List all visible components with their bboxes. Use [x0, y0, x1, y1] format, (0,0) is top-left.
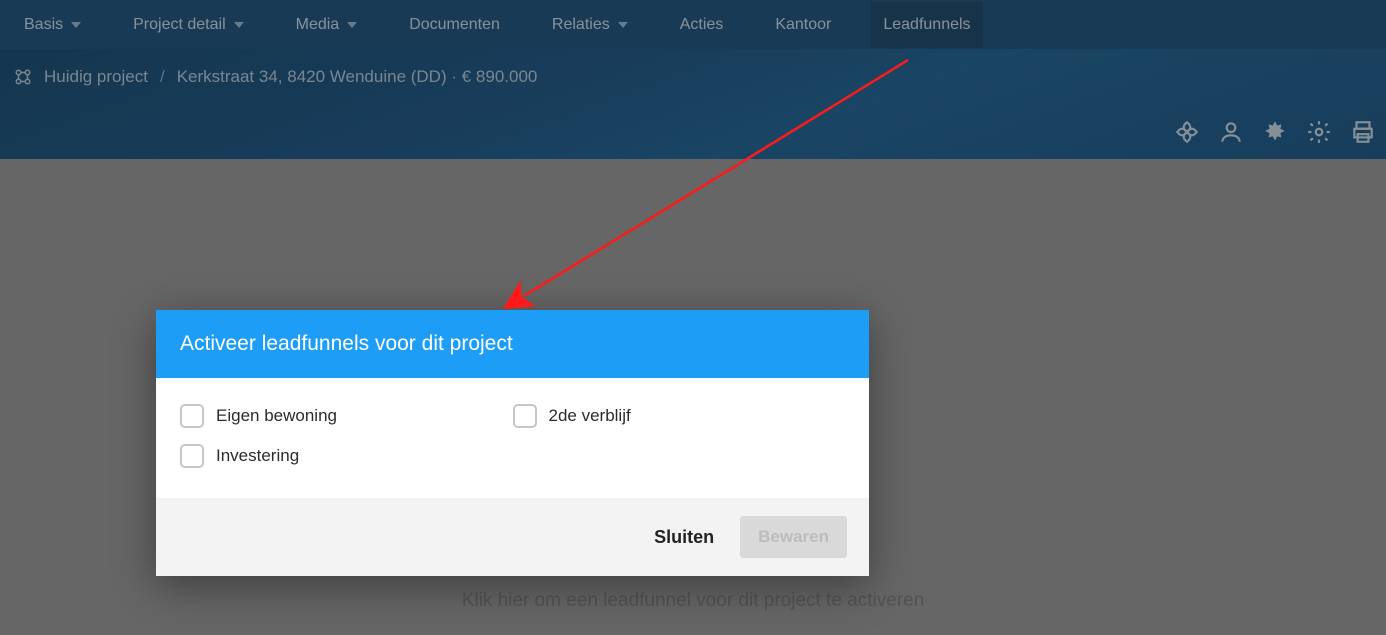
option-label: Eigen bewoning [216, 406, 337, 426]
nav-item-basis[interactable]: Basis [12, 2, 93, 48]
close-button[interactable]: Sluiten [648, 519, 720, 556]
print-icon[interactable] [1350, 119, 1376, 145]
chevron-down-icon [347, 22, 357, 28]
nav-label: Media [296, 16, 340, 34]
option-investering[interactable]: Investering [180, 444, 513, 468]
nav-item-project-detail[interactable]: Project detail [121, 2, 256, 48]
checkbox[interactable] [513, 404, 537, 428]
chevron-down-icon [618, 22, 628, 28]
nav-item-media[interactable]: Media [284, 2, 370, 48]
nav-item-leadfunnels[interactable]: Leadfunnels [871, 2, 982, 48]
breadcrumb: Huidig project / Kerkstraat 34, 8420 Wen… [0, 49, 1386, 87]
breadcrumb-separator: / [160, 67, 165, 87]
checkbox[interactable] [180, 404, 204, 428]
burst-icon[interactable] [1262, 119, 1288, 145]
nav-label: Project detail [133, 16, 226, 34]
leadfunnels-modal: Activeer leadfunnels voor dit project Ei… [156, 310, 869, 576]
gear-icon[interactable] [1306, 119, 1332, 145]
option-2de-verblijf[interactable]: 2de verblijf [513, 404, 846, 428]
nav-label: Acties [680, 16, 724, 34]
nav-label: Leadfunnels [883, 16, 970, 34]
save-button: Bewaren [740, 516, 847, 558]
nav-item-relaties[interactable]: Relaties [540, 2, 640, 48]
breadcrumb-detail: Kerkstraat 34, 8420 Wenduine (DD) · € 89… [177, 67, 538, 87]
chevron-down-icon [234, 22, 244, 28]
nav-item-kantoor[interactable]: Kantoor [763, 2, 843, 48]
breadcrumb-root[interactable]: Huidig project [44, 67, 148, 87]
top-nav: Basis Project detail Media Documenten Re… [0, 0, 1386, 49]
nav-item-documenten[interactable]: Documenten [397, 2, 512, 48]
swirl-icon[interactable] [1174, 119, 1200, 145]
option-label: Investering [216, 446, 299, 466]
chevron-down-icon [71, 22, 81, 28]
nav-label: Relaties [552, 16, 610, 34]
sub-bar: Huidig project / Kerkstraat 34, 8420 Wen… [0, 49, 1386, 159]
checkbox[interactable] [180, 444, 204, 468]
option-eigen-bewoning[interactable]: Eigen bewoning [180, 404, 513, 428]
project-icon [14, 68, 32, 86]
modal-title: Activeer leadfunnels voor dit project [156, 310, 869, 378]
modal-footer: Sluiten Bewaren [156, 498, 869, 576]
nav-label: Basis [24, 16, 63, 34]
nav-label: Kantoor [775, 16, 831, 34]
toolbar-icons [1174, 119, 1376, 145]
person-icon[interactable] [1218, 119, 1244, 145]
option-label: 2de verblijf [549, 406, 631, 426]
modal-body: Eigen bewoning 2de verblijf Investering [156, 378, 869, 498]
nav-label: Documenten [409, 16, 500, 34]
nav-item-acties[interactable]: Acties [668, 2, 736, 48]
